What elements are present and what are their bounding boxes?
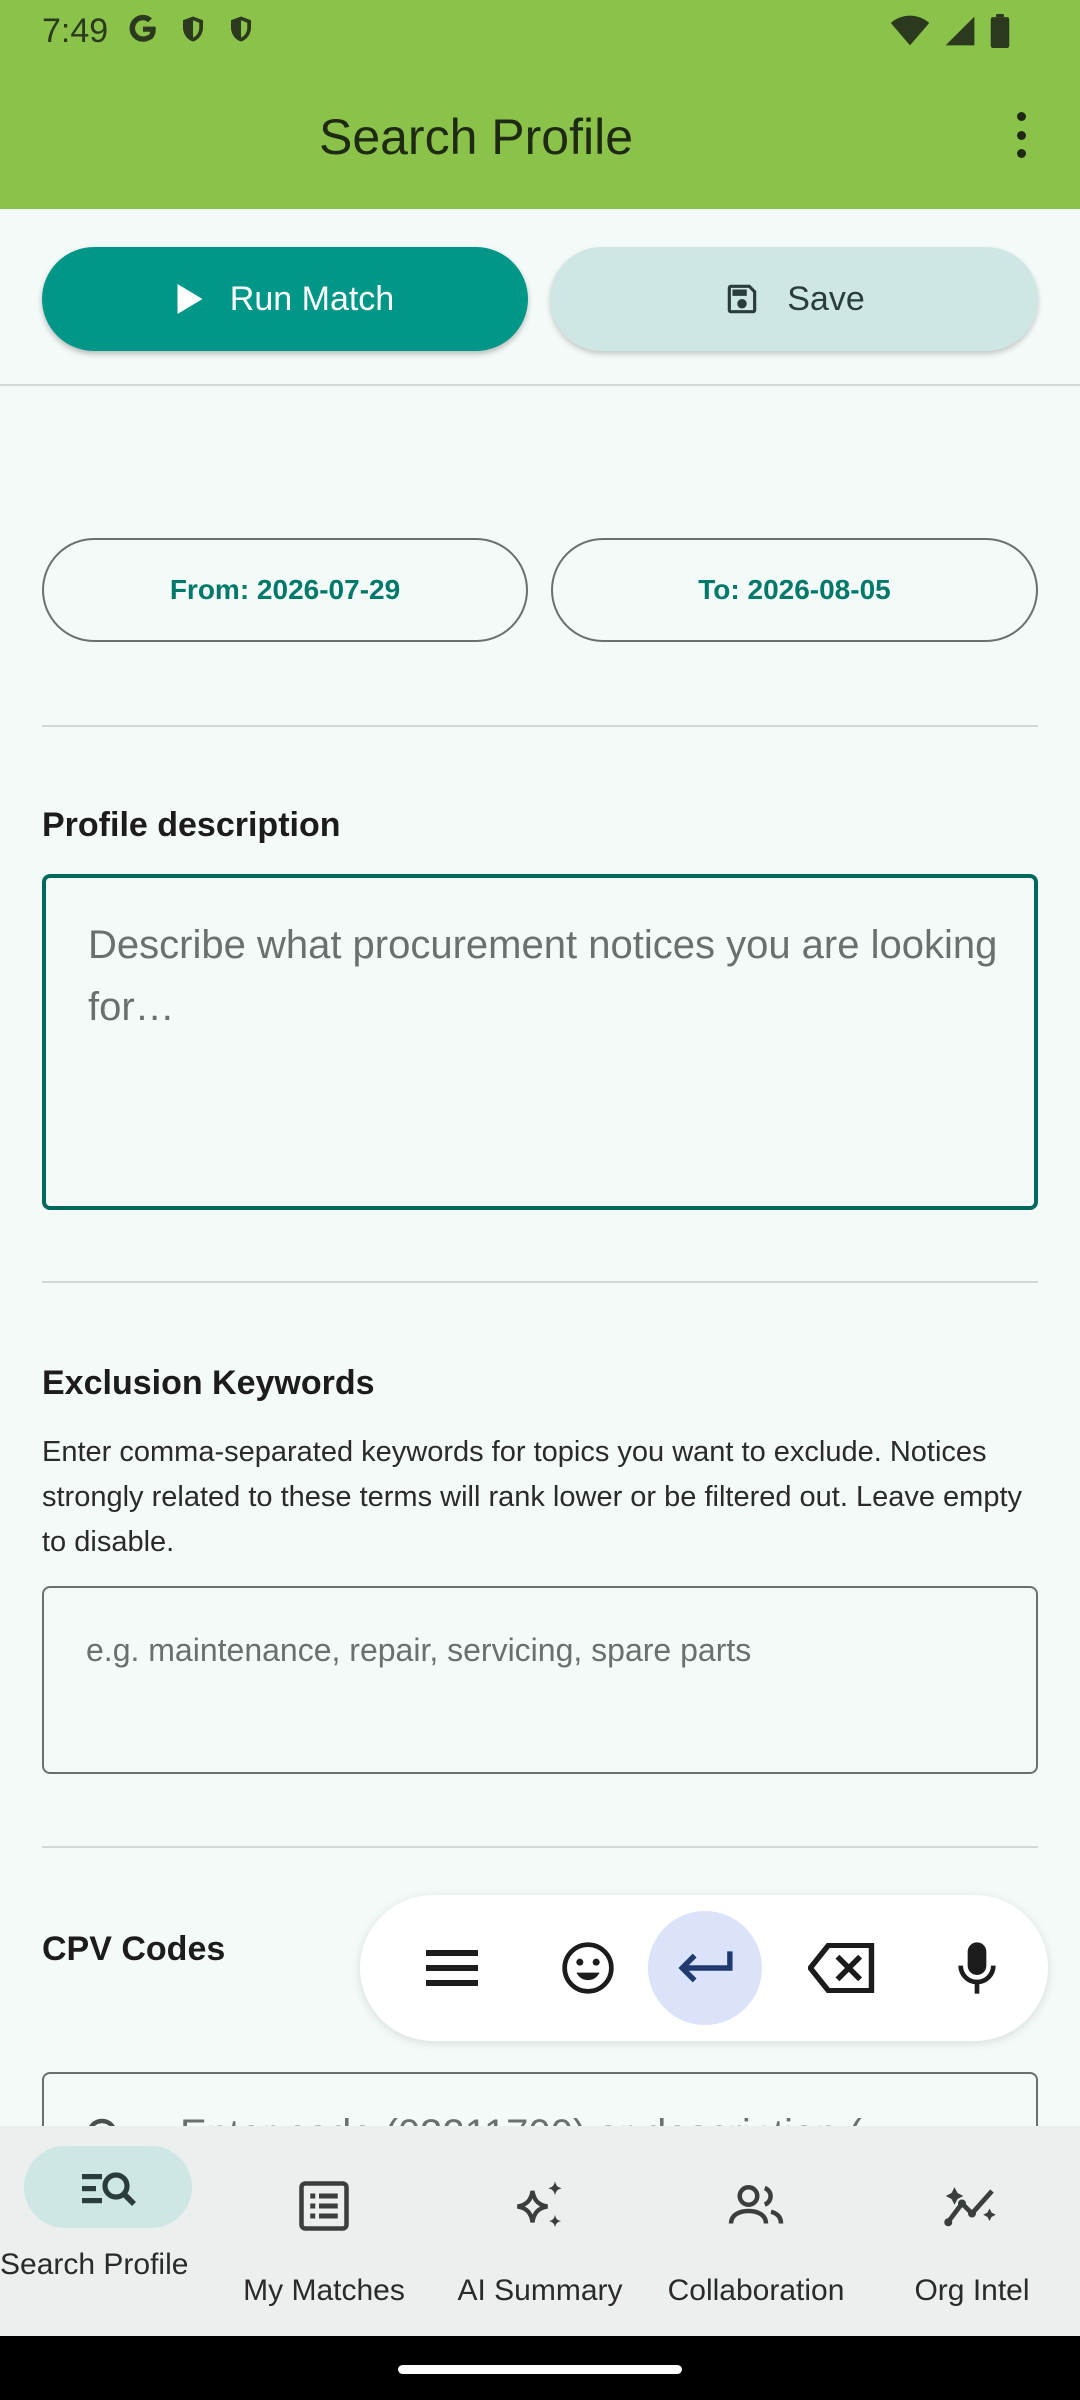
more-vert-icon[interactable]: [1006, 112, 1036, 158]
save-button[interactable]: Save: [550, 247, 1038, 351]
backspace-icon[interactable]: [785, 1911, 899, 2025]
exclusion-keywords-label: Exclusion Keywords: [42, 1364, 375, 1402]
status-notifications: [126, 12, 256, 46]
shield-icon: [231, 16, 251, 42]
keyboard-toolbar: [360, 1895, 1048, 2041]
nav-item-collaboration[interactable]: Collaboration: [648, 2126, 864, 2336]
people-icon: [728, 2185, 784, 2224]
wifi-icon: [890, 15, 930, 46]
nav-item-search-profile[interactable]: Search Profile: [0, 2126, 216, 2336]
profile-description-label: Profile description: [42, 806, 341, 844]
shield-icon: [183, 16, 203, 42]
enter-icon[interactable]: [648, 1911, 762, 2025]
nav-label-search-profile: Search Profile: [0, 2248, 189, 2281]
trend-icon: [944, 2187, 996, 2227]
status-system-icons: [890, 14, 1010, 48]
nav-item-ai-summary[interactable]: AI Summary: [432, 2126, 648, 2336]
play-icon: [177, 284, 203, 314]
app-bar: 7:49 Search Profile: [0, 0, 1080, 209]
signal-icon: [945, 16, 975, 46]
page-title: Search Profile: [318, 109, 634, 165]
divider: [42, 1846, 1038, 1848]
exclusion-keywords-input[interactable]: e.g. maintenance, repair, servicing, spa…: [42, 1586, 1038, 1774]
bottom-navigation: Search Profile My Matches AI Summary Col…: [0, 2126, 1080, 2336]
to-date-button[interactable]: To: 2026-08-05: [551, 538, 1038, 642]
profile-description-placeholder: Describe what procurement notices you ar…: [88, 923, 998, 1029]
profile-description-input[interactable]: Describe what procurement notices you ar…: [42, 874, 1038, 1210]
nav-item-my-matches[interactable]: My Matches: [216, 2126, 432, 2336]
battery-icon: [990, 14, 1010, 48]
divider: [42, 725, 1038, 727]
gesture-handle[interactable]: [398, 2365, 682, 2374]
divider: [42, 1281, 1038, 1283]
google-icon: [129, 14, 156, 42]
nav-label-ai-summary: AI Summary: [457, 2274, 623, 2307]
from-date-button[interactable]: From: 2026-07-29: [42, 538, 528, 642]
exclusion-keywords-placeholder: e.g. maintenance, repair, servicing, spa…: [86, 1632, 752, 1668]
nav-item-org-intel[interactable]: Org Intel: [864, 2126, 1080, 2336]
save-label: Save: [787, 279, 865, 318]
search-list-icon: [82, 2172, 136, 2206]
menu-icon[interactable]: [395, 1911, 509, 2025]
divider: [0, 384, 1080, 386]
run-match-button[interactable]: Run Match: [42, 247, 528, 351]
sparkle-icon: [517, 2181, 562, 2228]
run-match-label: Run Match: [229, 279, 395, 318]
mic-icon[interactable]: [920, 1911, 1034, 2025]
nav-label-my-matches: My Matches: [243, 2274, 405, 2307]
nav-label-org-intel: Org Intel: [914, 2274, 1030, 2307]
exclusion-keywords-helper: Enter comma-separated keywords for topic…: [42, 1436, 1023, 1558]
cpv-codes-label: CPV Codes: [42, 1930, 226, 1968]
status-time: 7:49: [42, 12, 109, 50]
emoji-icon[interactable]: [531, 1911, 645, 2025]
save-icon: [728, 284, 757, 314]
list-icon: [299, 2181, 349, 2231]
nav-label-collaboration: Collaboration: [667, 2274, 845, 2307]
